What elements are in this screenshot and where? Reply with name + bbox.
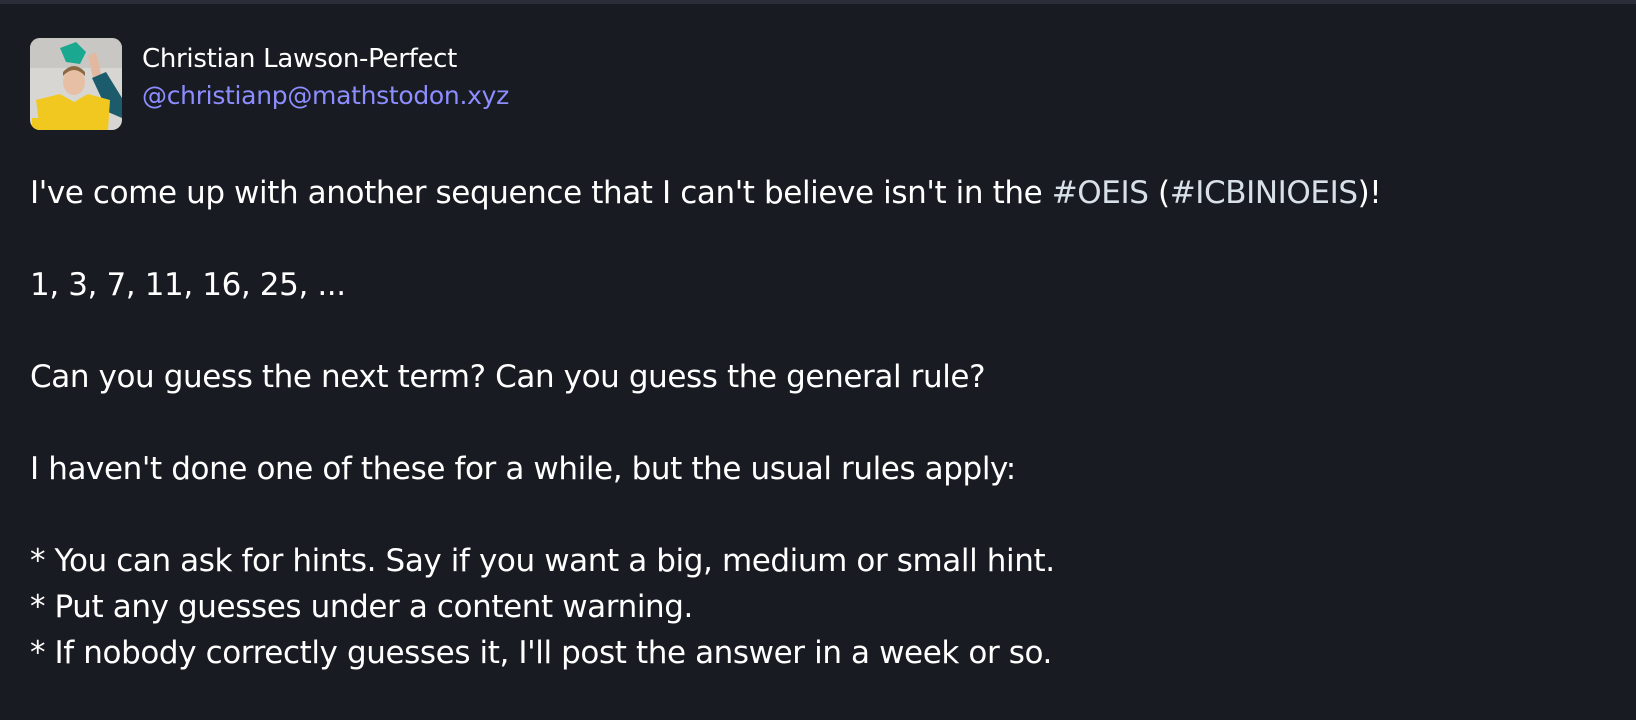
author-handle[interactable]: @christianp@mathstodon.xyz xyxy=(142,76,509,116)
author-display-name[interactable]: Christian Lawson-Perfect xyxy=(142,42,509,76)
post-header: Christian Lawson-Perfect @christianp@mat… xyxy=(30,38,1636,134)
hashtag-oeis-link[interactable]: #OEIS xyxy=(1052,175,1149,211)
author-names: Christian Lawson-Perfect @christianp@mat… xyxy=(142,38,509,116)
avatar-photo-icon xyxy=(30,38,122,130)
sequence-paragraph: 1, 3, 7, 11, 16, 25, ... xyxy=(30,267,346,303)
intro-text-mid: ( xyxy=(1148,175,1170,211)
avatar[interactable] xyxy=(30,38,122,130)
rule-line: * You can ask for hints. Say if you want… xyxy=(30,543,1055,579)
post-content: I've come up with another sequence that … xyxy=(30,170,1636,676)
hashtag-icbinioeis-link[interactable]: #ICBINIOEIS xyxy=(1170,175,1358,211)
question-paragraph: Can you guess the next term? Can you gue… xyxy=(30,359,986,395)
rule-line: * If nobody correctly guesses it, I'll p… xyxy=(30,635,1052,671)
intro-text-before: I've come up with another sequence that … xyxy=(30,175,1052,211)
rules-intro-paragraph: I haven't done one of these for a while,… xyxy=(30,451,1016,487)
status-post: Christian Lawson-Perfect @christianp@mat… xyxy=(0,4,1636,720)
rule-line: * Put any guesses under a content warnin… xyxy=(30,589,694,625)
intro-text-after: )! xyxy=(1357,175,1382,211)
intro-paragraph: I've come up with another sequence that … xyxy=(30,170,1636,216)
